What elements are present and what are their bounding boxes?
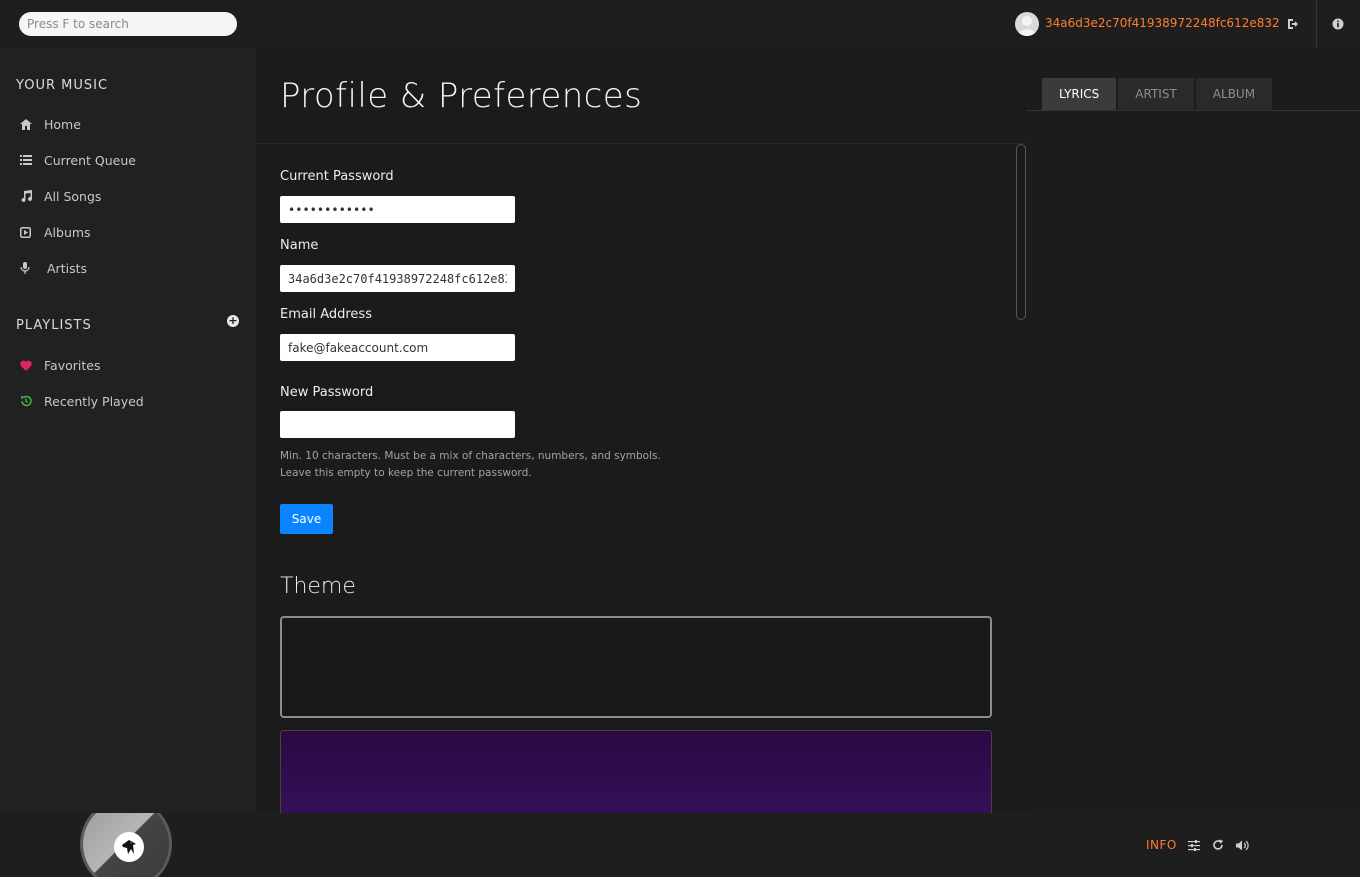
main-header: Profile & Preferences xyxy=(256,48,1026,144)
heart-icon xyxy=(16,360,44,371)
list-icon xyxy=(16,155,44,165)
sidebar-item-label: Favorites xyxy=(44,357,101,373)
about-info-icon[interactable] xyxy=(1328,14,1348,34)
album-cover[interactable] xyxy=(80,813,172,877)
sidebar-item-recently-played[interactable]: Recently Played xyxy=(16,389,240,413)
your-music-heading: YOUR MUSIC xyxy=(16,78,109,93)
theme-option-default[interactable] xyxy=(280,616,992,718)
player-footer: INFO xyxy=(0,813,1360,877)
sidebar: YOUR MUSIC Home Current Queue All Songs … xyxy=(0,48,256,813)
sidebar-item-home[interactable]: Home xyxy=(16,112,240,136)
save-button[interactable]: Save xyxy=(280,504,333,534)
extra-tabs: LYRICS ARTIST ALBUM xyxy=(1042,78,1274,110)
music-note-icon xyxy=(16,190,44,202)
tab-album[interactable]: ALBUM xyxy=(1195,78,1273,110)
sidebar-item-current-queue[interactable]: Current Queue xyxy=(16,148,240,172)
tabs-divider xyxy=(1026,110,1360,111)
email-field[interactable] xyxy=(280,334,515,361)
sidebar-item-all-songs[interactable]: All Songs xyxy=(16,184,240,208)
theme-heading: Theme xyxy=(280,574,356,599)
repeat-icon[interactable] xyxy=(1210,837,1226,853)
logout-icon[interactable] xyxy=(1283,14,1303,34)
sidebar-item-albums[interactable]: Albums xyxy=(16,220,240,244)
sidebar-item-label: Recently Played xyxy=(44,393,144,409)
user-name-link[interactable]: 34a6d3e2c70f41938972248fc612e832 xyxy=(1045,16,1280,30)
history-icon xyxy=(16,395,44,407)
playlists-heading: PLAYLISTS xyxy=(16,318,92,333)
add-playlist-icon[interactable]: + xyxy=(227,315,239,327)
info-toggle[interactable]: INFO xyxy=(1146,838,1177,852)
album-logo-icon xyxy=(114,832,144,862)
sidebar-item-label: All Songs xyxy=(44,188,102,204)
main-content: Profile & Preferences Current Password N… xyxy=(256,48,1026,813)
current-password-label: Current Password xyxy=(280,169,394,184)
page-title: Profile & Preferences xyxy=(280,76,643,116)
sidebar-item-favorites[interactable]: Favorites xyxy=(16,353,240,377)
avatar[interactable] xyxy=(1015,12,1039,36)
password-help-text: Min. 10 characters. Must be a mix of cha… xyxy=(280,448,661,482)
topbar-divider xyxy=(1316,0,1317,48)
password-help-line: Min. 10 characters. Must be a mix of cha… xyxy=(280,450,661,462)
volume-icon[interactable] xyxy=(1234,837,1250,853)
sidebar-item-label: Home xyxy=(44,116,81,132)
home-icon xyxy=(16,118,44,130)
search-input[interactable] xyxy=(19,12,237,36)
top-bar: 34a6d3e2c70f41938972248fc612e832 xyxy=(0,0,1360,48)
sidebar-item-label: Albums xyxy=(44,224,91,240)
tab-lyrics[interactable]: LYRICS xyxy=(1042,78,1117,110)
microphone-icon xyxy=(16,262,44,274)
password-help-line: Leave this empty to keep the current pas… xyxy=(280,467,532,479)
sidebar-item-label: Artists xyxy=(47,260,87,276)
sidebar-item-artists[interactable]: Artists xyxy=(16,256,240,280)
sidebar-item-label: Current Queue xyxy=(44,152,136,168)
name-field[interactable] xyxy=(280,265,515,292)
play-square-icon xyxy=(16,226,44,238)
new-password-label: New Password xyxy=(280,385,374,400)
user-avatar-icon xyxy=(1018,16,1036,36)
current-password-field[interactable] xyxy=(280,196,515,223)
extra-panel: LYRICS ARTIST ALBUM xyxy=(1026,48,1360,813)
equalizer-icon[interactable] xyxy=(1186,837,1202,853)
theme-option-violet[interactable] xyxy=(280,730,992,813)
tab-artist[interactable]: ARTIST xyxy=(1118,78,1194,110)
new-password-field[interactable] xyxy=(280,411,515,438)
email-label: Email Address xyxy=(280,307,372,322)
name-label: Name xyxy=(280,238,319,253)
main-scrollbar[interactable] xyxy=(1016,144,1026,320)
